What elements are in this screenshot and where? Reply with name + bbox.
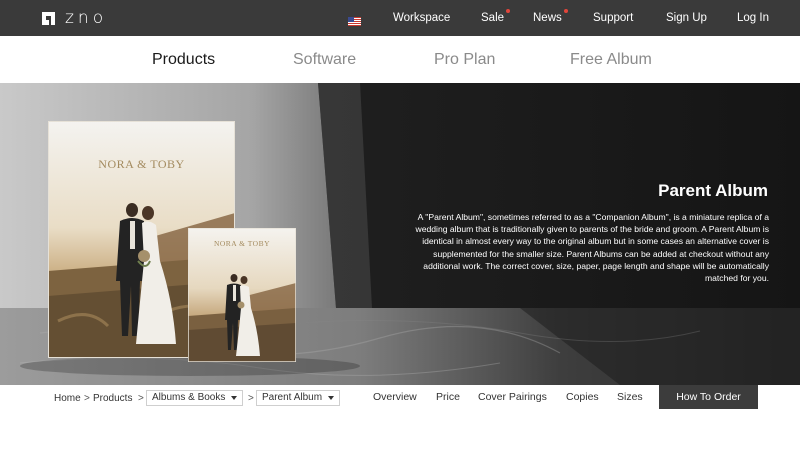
hero-description: A "Parent Album", sometimes referred to … [415,212,769,284]
product-tabs: Products Software Pro Plan Free Album [0,36,800,83]
tab-free-album[interactable]: Free Album [570,50,652,69]
breadcrumb-separator: > [248,393,254,404]
anchor-price[interactable]: Price [436,391,460,404]
nav-support[interactable]: Support [593,11,633,25]
hero-banner: NORA & TOBY NORA & TOBY Parent Album A "… [0,83,800,385]
nav-sign-up[interactable]: Sign Up [666,11,707,25]
breadcrumb-separator: > [138,393,144,404]
zno-logo[interactable]: zno [42,8,108,28]
anchor-copies[interactable]: Copies [566,391,599,404]
breadcrumb-products[interactable]: Products [93,392,132,405]
chevron-down-icon [231,396,238,400]
product-subnav: Home > Products > Albums & Books > Paren… [0,385,800,413]
album-small: NORA & TOBY [188,228,296,362]
album-small-cover-photo [188,228,296,362]
tab-products[interactable]: Products [152,50,215,69]
us-flag-icon[interactable] [348,13,361,26]
logo-text: zno [65,8,108,28]
album-small-title: NORA & TOBY [213,239,271,248]
top-nav: zno Workspace Sale News Support Sign Up … [0,0,800,36]
how-to-order-button[interactable]: How To Order [659,385,758,409]
tab-pro-plan[interactable]: Pro Plan [434,50,495,69]
notification-dot [506,9,511,13]
tab-software[interactable]: Software [293,50,356,69]
anchor-sizes[interactable]: Sizes [617,391,643,404]
nav-log-in[interactable]: Log In [737,11,769,25]
nav-sale[interactable]: Sale [481,9,511,25]
breadcrumb-category-label: Albums & Books [152,392,226,403]
anchor-overview[interactable]: Overview [373,391,417,404]
hero-title: Parent Album [658,181,768,200]
nav-news[interactable]: News [533,9,568,25]
notification-dot [563,9,568,13]
breadcrumb-current-label: Parent Album [262,392,323,403]
anchor-cover-pairings[interactable]: Cover Pairings [478,391,547,404]
breadcrumb-separator: > [84,393,90,404]
zno-logo-icon [42,11,55,25]
album-large-title: NORA & TOBY [98,157,185,171]
breadcrumb-current-dropdown[interactable]: Parent Album [256,390,341,406]
breadcrumb-category-dropdown[interactable]: Albums & Books [146,390,244,406]
chevron-down-icon [328,396,335,400]
nav-workspace[interactable]: Workspace [393,11,450,25]
breadcrumb-home[interactable]: Home [54,392,81,405]
